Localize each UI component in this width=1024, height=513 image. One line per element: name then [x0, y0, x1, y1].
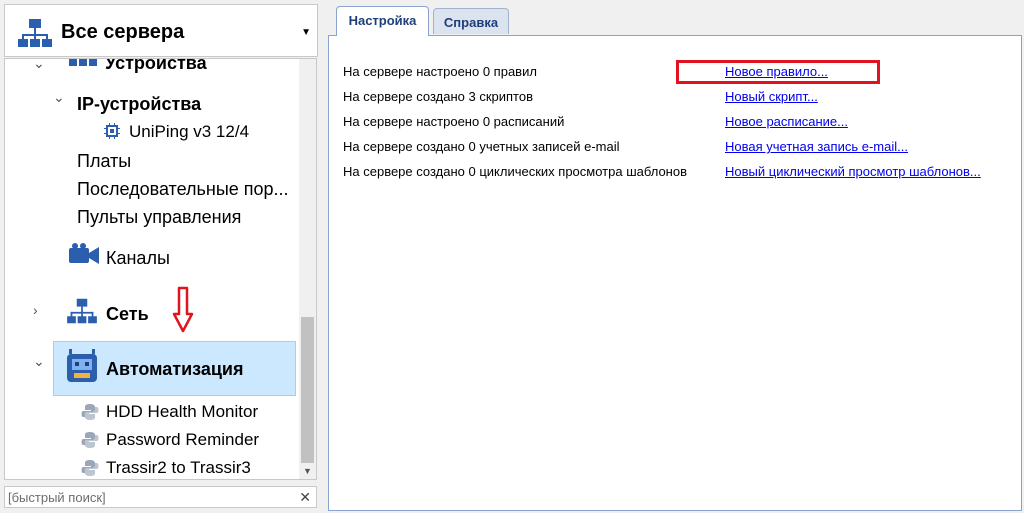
- tree-scrollbar[interactable]: ▼: [299, 59, 316, 479]
- email-accounts-count-text: На сервере создано 0 учетных записей e-m…: [343, 139, 620, 154]
- network-icon: [18, 17, 52, 54]
- schedules-count-text: На сервере настроено 0 расписаний: [343, 114, 565, 129]
- red-down-arrow-icon: [172, 286, 194, 333]
- tree-item-label: Автоматизация: [106, 359, 244, 379]
- new-rule-link[interactable]: Новое правило...: [725, 64, 828, 79]
- scroll-down-arrow-icon[interactable]: ▼: [299, 464, 316, 479]
- video-camera-icon: [69, 243, 99, 272]
- tab-help[interactable]: Справка: [433, 8, 509, 34]
- tab-settings[interactable]: Настройка: [336, 6, 429, 36]
- tree-item-label: Устройства: [105, 58, 207, 73]
- object-tree[interactable]: ⌄ Устройства ⌄ IP-устройства UniPing v3 …: [4, 58, 317, 480]
- new-script-link[interactable]: Новый скрипт...: [725, 89, 818, 104]
- server-selector[interactable]: Все сервера ▼: [4, 4, 318, 57]
- tree-item-label: Платы: [77, 151, 132, 171]
- tree-item-label: Trassir2 to Trassir3: [106, 458, 251, 477]
- template-cycles-count-text: На сервере создано 0 циклических просмот…: [343, 164, 687, 179]
- scripts-count-text: На сервере создано 3 скриптов: [343, 89, 533, 104]
- chevron-right-icon: ›: [33, 302, 38, 318]
- robot-icon: [65, 349, 99, 390]
- tree-item-label: Последовательные пор...: [77, 179, 289, 199]
- tree-item-label: HDD Health Monitor: [106, 402, 259, 421]
- tree-item-label: Каналы: [106, 248, 170, 268]
- network-icon: [69, 59, 97, 76]
- chevron-down-icon: ⌄: [33, 58, 45, 71]
- quick-search-input[interactable]: [8, 489, 293, 505]
- left-panel: Все сервера ▼ ⌄ Устройства ⌄ IP-устройст…: [0, 0, 319, 513]
- chevron-down-icon: ⌄: [53, 89, 65, 105]
- python-icon: [81, 431, 99, 454]
- dropdown-caret-icon: ▼: [301, 27, 311, 38]
- chevron-down-icon: ⌄: [33, 353, 45, 369]
- tree-item-label: UniPing v3 12/4: [129, 122, 250, 141]
- new-schedule-link[interactable]: Новое расписание...: [725, 114, 848, 129]
- tree-item-label: Password Reminder: [106, 430, 260, 449]
- quick-search[interactable]: ✕: [4, 486, 317, 508]
- right-panel: Настройка Справка На сервере настроено 0…: [325, 0, 1024, 513]
- new-email-account-link[interactable]: Новая учетная запись e-mail...: [725, 139, 908, 154]
- tree-item-label: Сеть: [106, 304, 149, 324]
- python-icon: [81, 459, 99, 479]
- rules-count-text: На сервере настроено 0 правил: [343, 64, 537, 79]
- scrollbar-thumb[interactable]: [301, 317, 314, 463]
- close-icon[interactable]: ✕: [299, 489, 311, 506]
- new-template-cycle-link[interactable]: Новый циклический просмотр шаблонов...: [725, 164, 981, 179]
- python-icon: [81, 403, 99, 426]
- server-selector-title: Все сервера: [61, 21, 185, 43]
- tree-item-label: Пульты управления: [77, 207, 242, 227]
- network-icon: [67, 297, 97, 330]
- tree-item-label: IP-устройства: [77, 94, 202, 114]
- settings-content: На сервере настроено 0 правил Новое прав…: [328, 35, 1022, 511]
- chip-icon: [104, 123, 120, 144]
